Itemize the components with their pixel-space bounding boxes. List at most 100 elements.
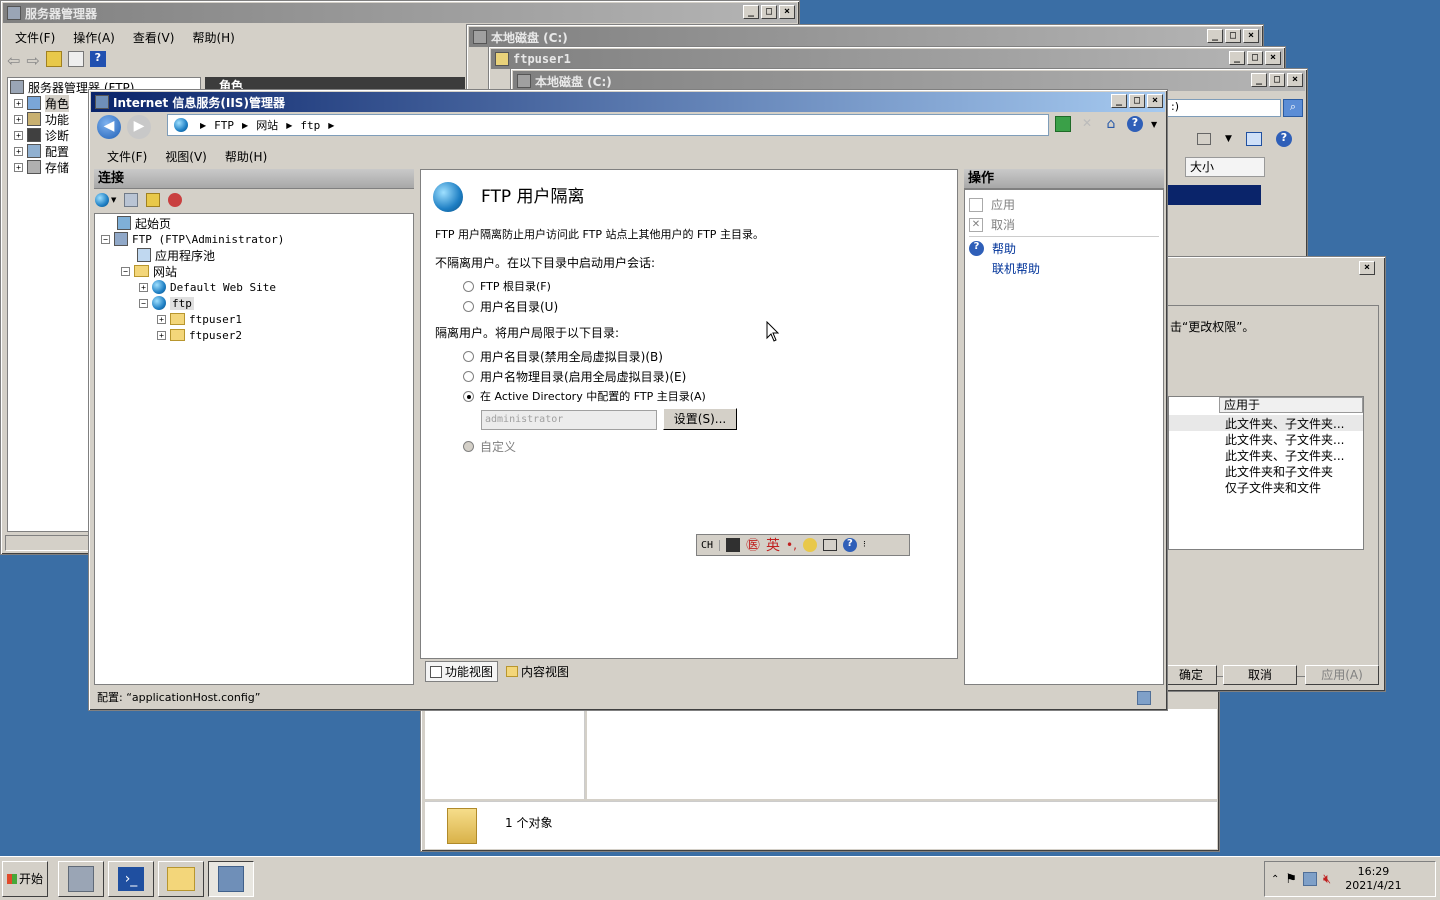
tree-item-storage[interactable]: + 存储 — [14, 159, 69, 175]
address-bar-tail[interactable]: :) — [1166, 99, 1281, 117]
view-icon[interactable] — [1197, 133, 1211, 145]
iis-titlebar[interactable]: Internet 信息服务(IIS)管理器 _ □ × — [91, 92, 1165, 112]
tree-ftpuser2[interactable]: + ftpuser2 — [157, 327, 242, 343]
action-center-flag-icon[interactable]: ⚑ — [1285, 872, 1297, 887]
option-username-dir[interactable]: 用户名目录(U) — [463, 298, 558, 315]
taskbar-server-manager[interactable] — [58, 861, 104, 897]
breadcrumb-sites[interactable]: 网站 — [256, 117, 278, 133]
home-icon[interactable]: ⌂ — [1103, 116, 1119, 132]
forward-arrow-icon[interactable]: ⇨ — [26, 51, 39, 70]
maximize-button[interactable]: □ — [1247, 51, 1263, 65]
expand-icon[interactable]: + — [157, 314, 166, 324]
connect-icon[interactable] — [95, 193, 109, 207]
show-hide-icon[interactable] — [67, 51, 84, 67]
help-icon[interactable]: ? — [89, 51, 106, 67]
expand-icon[interactable]: + — [139, 282, 148, 292]
collapse-icon[interactable]: − — [101, 234, 110, 244]
forward-button[interactable]: ▶ — [127, 115, 151, 139]
action-apply[interactable]: 应用 — [969, 196, 1015, 213]
taskbar-powershell[interactable]: ›_ — [108, 861, 154, 897]
radio-username-dir[interactable] — [463, 301, 474, 312]
close-button[interactable]: × — [779, 5, 795, 19]
explorer-1-titlebar[interactable]: 本地磁盘 (C:) _ □ × — [469, 27, 1261, 47]
expand-icon[interactable]: + — [14, 98, 23, 108]
dropdown-icon[interactable]: ▼ — [1225, 134, 1232, 144]
start-button[interactable]: 开始 — [2, 861, 48, 897]
close-button[interactable]: × — [1243, 29, 1259, 43]
maximize-button[interactable]: □ — [1225, 29, 1241, 43]
ime-english-mode[interactable]: 英 — [766, 535, 780, 555]
back-button[interactable]: ◀ — [97, 115, 121, 139]
ime-help-icon[interactable]: ? — [842, 538, 857, 552]
ime-punct-icon[interactable]: •, — [786, 538, 797, 552]
help-icon[interactable]: ? — [1127, 116, 1143, 132]
tree-start-page[interactable]: 起始页 — [117, 215, 171, 231]
preview-pane-icon[interactable] — [1245, 132, 1262, 146]
menu-file[interactable]: 文件(F) — [107, 148, 147, 165]
tree-server[interactable]: − FTP (FTP\Administrator) — [101, 231, 284, 247]
menu-file[interactable]: 文件(F) — [15, 29, 55, 46]
maximize-button[interactable]: □ — [761, 5, 777, 19]
close-button[interactable]: × — [1287, 73, 1303, 87]
delete-connection-icon[interactable] — [168, 193, 183, 207]
ime-mode-icon[interactable]: ㊩ — [746, 535, 760, 555]
breadcrumb-ftp-site[interactable]: ftp — [300, 119, 320, 132]
expand-icon[interactable]: + — [157, 330, 166, 340]
tree-ftp-site[interactable]: − ftp — [139, 295, 194, 311]
tree-item-roles[interactable]: + 角色 — [14, 94, 70, 112]
action-online-help[interactable]: 联机帮助 — [992, 260, 1040, 277]
menu-help[interactable]: 帮助(H) — [225, 148, 267, 165]
tray-expand-icon[interactable]: ⌃ — [1271, 874, 1279, 885]
column-header-applies[interactable]: 应用于 — [1219, 397, 1363, 413]
expand-icon[interactable]: + — [14, 114, 23, 124]
ok-button[interactable]: 确定 — [1165, 665, 1217, 685]
option-ftp-root[interactable]: FTP 根目录(F) — [463, 278, 551, 294]
taskbar-iis[interactable] — [208, 861, 254, 897]
menu-help[interactable]: 帮助(H) — [192, 29, 234, 46]
permission-row[interactable]: 此文件夹、子文件夹... — [1169, 415, 1363, 431]
collapse-icon[interactable]: − — [121, 266, 130, 276]
permission-row[interactable]: 此文件夹、子文件夹... — [1169, 447, 1363, 463]
close-button[interactable]: × — [1359, 261, 1375, 275]
help-icon[interactable]: ? — [1275, 131, 1292, 147]
tree-default-site[interactable]: + Default Web Site — [139, 279, 276, 295]
address-breadcrumb[interactable]: ▶ FTP ▶ 网站 ▶ ftp ▶ — [167, 114, 1049, 136]
settings-button[interactable]: 设置(S)... — [663, 408, 737, 430]
action-help[interactable]: ? 帮助 — [969, 240, 1016, 257]
tab-features-view[interactable]: 功能视图 — [425, 661, 499, 682]
tree-ftpuser1[interactable]: + ftpuser1 — [157, 311, 242, 327]
tray-clock[interactable]: 16:29 2021/4/21 — [1345, 865, 1401, 893]
menu-action[interactable]: 操作(A) — [73, 29, 115, 46]
server-manager-titlebar[interactable]: 服务器管理器 _ □ × — [3, 3, 797, 23]
apply-button[interactable]: 应用(A) — [1305, 665, 1379, 685]
explorer-3-titlebar[interactable]: 本地磁盘 (C:) _ □ × — [513, 71, 1305, 91]
ime-options-icon[interactable]: ⁝ — [863, 540, 866, 550]
cancel-button[interactable]: 取消 — [1223, 665, 1297, 685]
explorer-2-titlebar[interactable]: ftpuser1 _ □ × — [491, 49, 1283, 69]
ime-softkbd-icon[interactable] — [822, 539, 837, 551]
menu-view[interactable]: 查看(V) — [133, 29, 175, 46]
stop-icon[interactable]: ✕ — [1079, 116, 1095, 132]
tab-content-view[interactable]: 内容视图 — [502, 661, 573, 682]
tree-sites[interactable]: − 网站 — [121, 263, 177, 279]
radio-active-directory[interactable] — [463, 390, 474, 402]
expand-icon[interactable]: + — [14, 146, 23, 156]
permission-row[interactable]: 此文件夹、子文件夹... — [1169, 431, 1363, 447]
connect-dropdown-icon[interactable]: ▼ — [111, 196, 116, 204]
network-icon[interactable] — [1303, 872, 1318, 886]
taskbar-explorer[interactable] — [158, 861, 204, 897]
help-dropdown-icon[interactable]: ▼ — [1151, 120, 1157, 129]
close-button[interactable]: × — [1147, 94, 1163, 108]
close-button[interactable]: × — [1265, 51, 1281, 65]
minimize-button[interactable]: _ — [1111, 94, 1127, 108]
expand-icon[interactable]: + — [14, 130, 23, 140]
option-custom[interactable]: 自定义 — [463, 438, 516, 455]
maximize-button[interactable]: □ — [1129, 94, 1145, 108]
breadcrumb-ftp[interactable]: FTP — [214, 119, 234, 132]
ime-tool-icon[interactable] — [802, 538, 817, 552]
ad-user-field[interactable]: administrator — [481, 410, 657, 430]
permission-row[interactable]: 此文件夹和子文件夹 — [1169, 463, 1363, 479]
save-icon[interactable] — [124, 193, 139, 207]
radio-ftp-root[interactable] — [463, 280, 474, 292]
search-button[interactable]: ⌕ — [1283, 99, 1303, 117]
